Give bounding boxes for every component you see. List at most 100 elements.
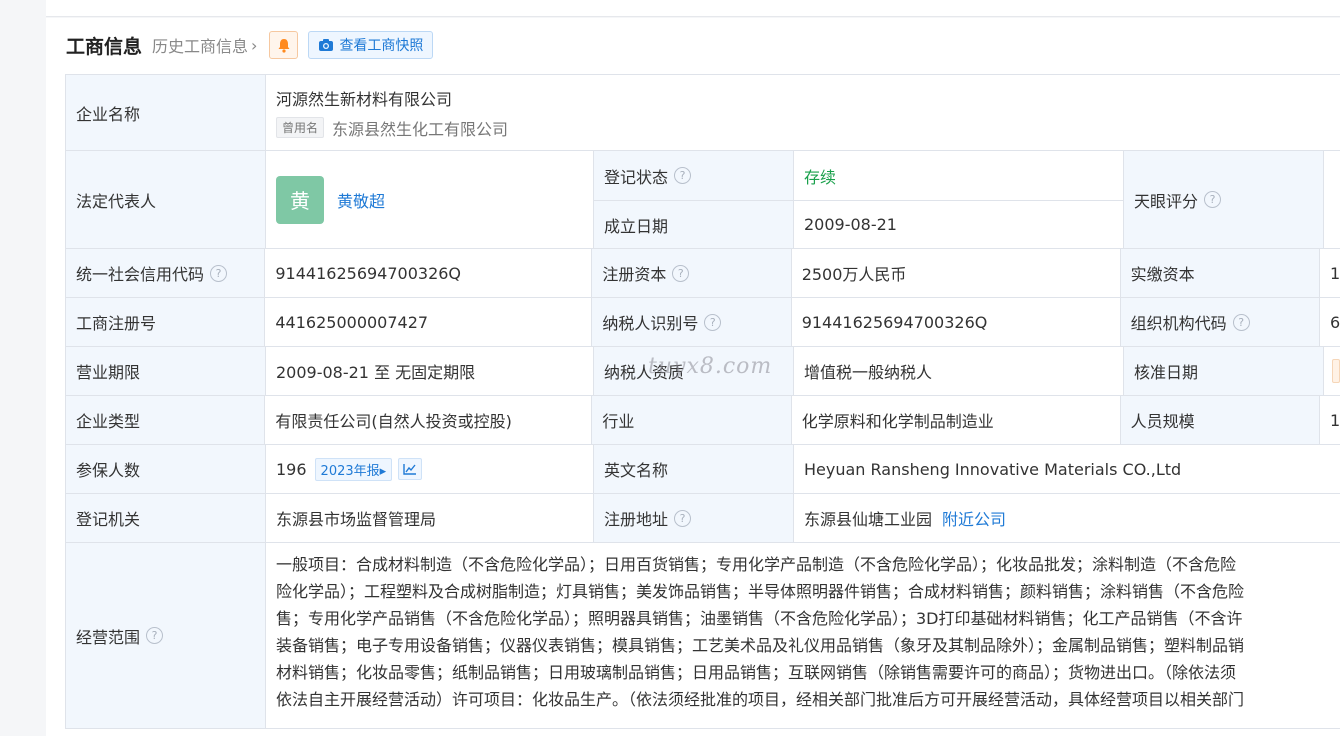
table-row: 工商注册号 441625000007427 纳税人识别号 ? 914416256… <box>66 298 1340 347</box>
credit-code-label-cell: 统一社会信用代码 ? <box>66 249 266 297</box>
org-code-label: 组织机构代码 <box>1130 314 1227 333</box>
scope-line: 险化学品）；工程塑料及合成树脂制造；灯具销售；美发饰品销售；半导体照明器件销售；… <box>276 582 1245 601</box>
table-row: 经营范围 ? 一般项目：合成材料制造（不含危险化学品）；日用百货销售；专用化学产… <box>66 543 1340 729</box>
reg-authority-label: 登记机关 <box>66 494 266 542</box>
reg-capital-label: 注册资本 <box>602 265 667 284</box>
help-icon[interactable]: ? <box>1204 191 1222 208</box>
found-date-label: 成立日期 <box>594 201 794 248</box>
found-date-row: 成立日期 2009-08-21 <box>594 201 1124 248</box>
reg-address-label-cell: 注册地址 ? <box>594 494 794 542</box>
used-name-tag: 曾用名 <box>276 117 325 138</box>
term-label: 营业期限 <box>66 347 266 395</box>
term-value: 2009-08-21 至 无固定期限 <box>266 347 594 395</box>
table-row: 企业名称 河源然生新材料有限公司 曾用名 东源县然生化工有限公司 <box>66 75 1340 151</box>
scope-line: 一般项目：合成材料制造（不含危险化学品）；日用百货销售；专用化学产品制造（不含危… <box>276 555 1237 574</box>
history-label: 历史工商信息 <box>152 37 249 56</box>
scope-label: 经营范围 <box>76 627 141 647</box>
annual-report-tag[interactable]: 2023年报▸ <box>314 457 393 481</box>
company-name-label: 企业名称 <box>66 75 266 150</box>
status-date-group: 登记状态 ? 存续 成立日期 2009-08-21 <box>594 151 1124 248</box>
company-type-value: 有限责任公司(自然人投资或控股) <box>265 396 593 444</box>
camera-icon <box>319 39 334 51</box>
company-name-value: 河源然生新材料有限公司 <box>276 89 453 109</box>
nearby-companies-link[interactable]: 附近公司 <box>942 506 1006 530</box>
help-icon[interactable]: ? <box>210 264 228 282</box>
bell-button[interactable] <box>269 31 299 59</box>
paid-capital-value: 1 <box>1320 249 1340 297</box>
taxpayer-id-label-cell: 纳税人识别号 ? <box>592 298 792 346</box>
scope-label-cell: 经营范围 ? <box>66 543 266 728</box>
taxpayer-id-value: 91441625694700326Q <box>792 298 1121 346</box>
help-icon[interactable]: ? <box>672 264 690 282</box>
insured-label: 参保人数 <box>66 445 266 493</box>
help-icon[interactable]: ? <box>1232 313 1250 331</box>
table-row: 参保人数 196 2023年报▸ 英文名称 Heyuan Ransheng In… <box>66 445 1340 494</box>
scope-line: 材料销售；化妆品零售；纸制品销售；日用玻璃制品销售；日用品销售；互联网销售（除销… <box>276 663 1237 682</box>
staff-size-value: 1 <box>1320 396 1340 444</box>
scope-text: 一般项目：合成材料制造（不含危险化学品）；日用百货销售；专用化学产品制造（不含危… <box>266 543 1340 728</box>
org-code-value: 6 <box>1320 298 1340 346</box>
legal-rep-label: 法定代表人 <box>66 151 266 248</box>
reg-address-value: 东源县仙塘工业园 <box>804 510 933 529</box>
help-icon[interactable]: ? <box>674 509 692 527</box>
industry-label: 行业 <box>592 396 792 444</box>
reg-capital-value: 2500万人民币 <box>792 249 1121 297</box>
table-row: 登记机关 东源县市场监督管理局 注册地址 ? 东源县仙塘工业园 附近公司 <box>66 494 1340 543</box>
reg-status-value: 存续 <box>794 151 1124 200</box>
legal-rep-name-link[interactable]: 黄敬超 <box>337 188 385 212</box>
help-icon[interactable]: ? <box>704 313 722 331</box>
paid-capital-label: 实缴资本 <box>1120 249 1320 297</box>
reg-status-label: 登记状态 <box>604 167 669 187</box>
trend-chart-icon <box>403 464 417 475</box>
insured-value: 196 <box>276 459 307 479</box>
chevron-right-icon: › <box>251 35 258 55</box>
help-icon[interactable]: ? <box>146 627 164 644</box>
table-row: 法定代表人 黄 黄敬超 登记状态 ? 存续 成立日期 2009-08-21 天眼… <box>66 151 1340 249</box>
section-header: 工商信息 历史工商信息 › 查看工商快照 <box>66 31 434 59</box>
approve-date-label: 核准日期 <box>1124 347 1324 395</box>
reg-address-label: 注册地址 <box>604 510 669 529</box>
scope-line: 装备销售；电子专用设备销售；仪器仪表销售；模具销售；工艺美术品及礼仪用品销售（象… <box>276 636 1245 655</box>
reg-authority-value: 东源县市场监督管理局 <box>266 494 594 542</box>
scope-line: 售；专用化学产品销售（不含危险化学品）；照明器具销售；油墨销售（不含危险化学品）… <box>276 609 1243 628</box>
staff-size-label: 人员规模 <box>1120 396 1320 444</box>
tianyan-score-label: 天眼评分 <box>1134 191 1199 211</box>
left-gutter <box>0 0 46 736</box>
used-name-value: 东源县然生化工有限公司 <box>332 119 509 139</box>
tax-qual-value: 增值税一般纳税人 <box>794 347 1124 395</box>
used-name-line: 曾用名 东源县然生化工有限公司 <box>276 116 508 140</box>
section-title: 工商信息 <box>66 35 143 58</box>
taxpayer-id-label: 纳税人识别号 <box>602 314 699 333</box>
company-name-cell: 河源然生新材料有限公司 曾用名 东源县然生化工有限公司 <box>266 75 1340 150</box>
credit-code-label: 统一社会信用代码 <box>76 265 205 284</box>
table-row: 企业类型 有限责任公司(自然人投资或控股) 行业 化学原料和化学制品制造业 人员… <box>66 396 1340 445</box>
company-type-label: 企业类型 <box>66 396 266 444</box>
tianyan-score-label-cell: 天眼评分 ? <box>1124 151 1324 248</box>
date-badge <box>1332 359 1340 383</box>
bell-icon <box>278 38 290 53</box>
table-row: 统一社会信用代码 ? 91441625694700326Q 注册资本 ? 250… <box>66 249 1340 298</box>
english-name-label: 英文名称 <box>594 445 794 493</box>
avatar[interactable]: 黄 <box>276 175 324 224</box>
credit-code-value: 91441625694700326Q <box>265 249 593 297</box>
english-name-value: Heyuan Ransheng Innovative Materials CO.… <box>804 459 1182 479</box>
history-business-info-link[interactable]: 历史工商信息 › <box>152 33 257 57</box>
industry-value: 化学原料和化学制品制造业 <box>792 396 1121 444</box>
reg-no-value: 441625000007427 <box>265 298 593 346</box>
approve-date-value-cell <box>1324 347 1340 395</box>
top-strip <box>46 0 1340 17</box>
trend-button[interactable] <box>398 458 423 480</box>
legal-rep-cell: 黄 黄敬超 <box>266 151 594 248</box>
reg-status-label-cell: 登记状态 ? <box>594 151 794 200</box>
help-icon[interactable]: ? <box>674 167 692 184</box>
tax-qual-label: 纳税人资质 <box>594 347 794 395</box>
org-code-label-cell: 组织机构代码 ? <box>1120 298 1320 346</box>
view-snapshot-button[interactable]: 查看工商快照 <box>308 31 434 59</box>
table-row: 营业期限 2009-08-21 至 无固定期限 纳税人资质 增值税一般纳税人 核… <box>66 347 1340 396</box>
business-info-card: 工商信息 历史工商信息 › 查看工商快照 企业名称 河源然生新材料有限公司 曾用… <box>46 18 1340 736</box>
reg-capital-label-cell: 注册资本 ? <box>592 249 792 297</box>
snapshot-label: 查看工商快照 <box>339 38 424 54</box>
scope-line: 依法自主开展经营活动）许可项目：化妆品生产。（依法须经批准的项目，经相关部门批准… <box>276 690 1245 709</box>
tianyan-score-value-cell <box>1324 151 1340 248</box>
insured-cell: 196 2023年报▸ <box>266 445 594 493</box>
